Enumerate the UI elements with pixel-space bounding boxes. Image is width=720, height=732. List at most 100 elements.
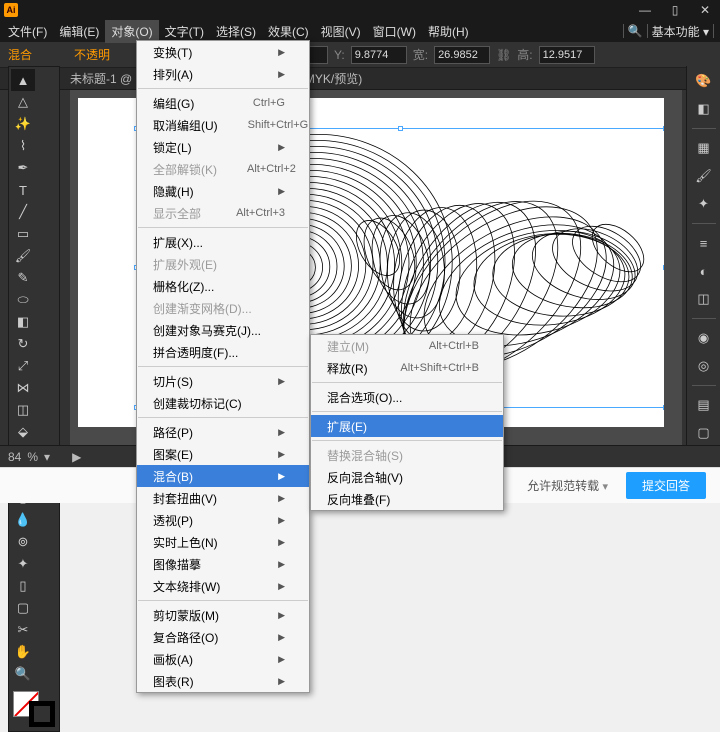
graphic-styles-icon[interactable]: ◎ — [693, 355, 715, 377]
allow-repost-toggle[interactable]: 允许规范转载 ▾ — [527, 477, 610, 494]
paintbrush-tool[interactable]: 🖌 — [11, 245, 35, 267]
menu-row[interactable]: 图像描摹▶ — [137, 553, 309, 575]
artboard-tool[interactable]: ▢ — [11, 597, 35, 619]
shape-builder-tool[interactable]: ⬙ — [11, 421, 35, 443]
lasso-tool[interactable]: ⌇ — [11, 135, 35, 157]
gradient-panel-icon[interactable]: ◐ — [693, 260, 715, 282]
layers-panel-icon[interactable]: ▤ — [693, 394, 715, 416]
eraser-tool[interactable]: ◧ — [11, 311, 35, 333]
menu-row[interactable]: 编组(G)Ctrl+G — [137, 92, 309, 114]
menu-row[interactable]: 剪切蒙版(M)▶ — [137, 604, 309, 626]
submit-answer-button[interactable]: 提交回答 — [626, 472, 706, 499]
swatches-panel-icon[interactable]: ▦ — [693, 137, 715, 159]
pen-tool[interactable]: ✒ — [11, 157, 35, 179]
menu-row[interactable]: 图表(R)▶ — [137, 670, 309, 692]
y-field[interactable] — [351, 46, 407, 64]
options-bar: 混合 不透明 Y: 宽: ⛓ 高: — [0, 42, 720, 68]
menu-row[interactable]: 排列(A)▶ — [137, 63, 309, 85]
menu-row[interactable]: 混合(B)▶ — [137, 465, 309, 487]
width-field[interactable] — [434, 46, 490, 64]
search-icon[interactable]: 🔍 — [628, 24, 643, 38]
menu-item[interactable]: 视图(V) — [315, 20, 367, 43]
column-graph-tool[interactable]: ▯ — [11, 575, 35, 597]
menu-row[interactable]: 混合选项(O)... — [311, 386, 503, 408]
link-icon[interactable]: ⛓ — [496, 48, 511, 62]
fill-stroke-swatch[interactable] — [11, 689, 57, 729]
window-minimize[interactable]: — — [630, 0, 660, 20]
line-tool[interactable]: ╱ — [11, 201, 35, 223]
menu-row[interactable]: 画板(A)▶ — [137, 648, 309, 670]
menu-item[interactable]: 文件(F) — [2, 20, 53, 43]
rectangle-tool[interactable]: ▭ — [11, 223, 35, 245]
menu-row[interactable]: 变换(T)▶ — [137, 41, 309, 63]
selection-tool[interactable]: ▲ — [11, 69, 35, 91]
zoom-level[interactable]: 84 — [8, 450, 21, 464]
menu-row[interactable]: 反向混合轴(V) — [311, 466, 503, 488]
window-close[interactable]: ✕ — [690, 0, 720, 20]
width-label: 宽: — [413, 46, 428, 63]
menu-row[interactable]: 图案(E)▶ — [137, 443, 309, 465]
menu-row: 创建渐变网格(D)... — [137, 297, 309, 319]
color-guide-icon[interactable]: ◧ — [693, 98, 715, 120]
menu-row[interactable]: 取消编组(U)Shift+Ctrl+G — [137, 114, 309, 136]
menu-row[interactable]: 文本绕排(W)▶ — [137, 575, 309, 597]
menu-item[interactable]: 编辑(E) — [53, 20, 105, 43]
blob-brush-tool[interactable]: ⬭ — [11, 289, 35, 311]
menu-bar: 文件(F)编辑(E)对象(O)文字(T)选择(S)效果(C)视图(V)窗口(W)… — [0, 20, 720, 42]
app-logo: Ai — [4, 3, 18, 17]
height-field[interactable] — [539, 46, 595, 64]
document-tab[interactable]: 未标题-1 @ (CMYK/预览) — [0, 68, 720, 90]
width-tool[interactable]: ⋈ — [11, 377, 35, 399]
direct-selection-tool[interactable]: △ — [11, 91, 35, 113]
menu-row[interactable]: 锁定(L)▶ — [137, 136, 309, 158]
artboards-panel-icon[interactable]: ▢ — [693, 422, 715, 444]
type-tool[interactable]: T — [11, 179, 35, 201]
symbols-panel-icon[interactable]: ✦ — [693, 193, 715, 215]
menu-row[interactable]: 创建对象马赛克(J)... — [137, 319, 309, 341]
right-dock: 🎨 ◧ ▦ 🖌 ✦ ≡ ◐ ◫ ◉ ◎ ▤ ▢ — [686, 66, 720, 445]
menu-row[interactable]: 创建裁切标记(C) — [137, 392, 309, 414]
menu-row: 建立(M)Alt+Ctrl+B — [311, 335, 503, 357]
menu-row: 全部解锁(K)Alt+Ctrl+2 — [137, 158, 309, 180]
menu-row[interactable]: 隐藏(H)▶ — [137, 180, 309, 202]
magic-wand-tool[interactable]: ✨ — [11, 113, 35, 135]
menu-row[interactable]: 路径(P)▶ — [137, 421, 309, 443]
menu-row[interactable]: 反向堆叠(F) — [311, 488, 503, 510]
menu-row[interactable]: 扩展(X)... — [137, 231, 309, 253]
slice-tool[interactable]: ✂ — [11, 619, 35, 641]
brushes-panel-icon[interactable]: 🖌 — [693, 165, 715, 187]
free-transform-tool[interactable]: ◫ — [11, 399, 35, 421]
menu-item[interactable]: 窗口(W) — [367, 20, 422, 43]
transparency-panel-icon[interactable]: ◫ — [693, 288, 715, 310]
menu-row: 替换混合轴(S) — [311, 444, 503, 466]
object-menu-dropdown: 变换(T)▶排列(A)▶ 编组(G)Ctrl+G取消编组(U)Shift+Ctrl… — [136, 40, 310, 693]
eyedropper-tool[interactable]: 💧 — [11, 509, 35, 531]
scale-tool[interactable]: ⤢ — [11, 355, 35, 377]
appearance-panel-icon[interactable]: ◉ — [693, 327, 715, 349]
workspace-switcher[interactable]: 基本功能 ▾ — [652, 23, 709, 40]
blend-submenu-dropdown: 建立(M)Alt+Ctrl+B释放(R)Alt+Shift+Ctrl+B 混合选项… — [310, 334, 504, 511]
window-maximize[interactable]: ▯ — [660, 0, 690, 20]
menu-row[interactable]: 封套扭曲(V)▶ — [137, 487, 309, 509]
menu-item[interactable]: 帮助(H) — [422, 20, 475, 43]
pencil-tool[interactable]: ✎ — [11, 267, 35, 289]
stroke-panel-icon[interactable]: ≡ — [693, 232, 715, 254]
menu-row: 扩展外观(E) — [137, 253, 309, 275]
menu-row[interactable]: 扩展(E) — [311, 415, 503, 437]
menu-row[interactable]: 实时上色(N)▶ — [137, 531, 309, 553]
menu-row[interactable]: 拼合透明度(F)... — [137, 341, 309, 363]
hand-tool[interactable]: ✋ — [11, 641, 35, 663]
zoom-tool[interactable]: 🔍 — [11, 663, 35, 685]
tools-panel: ▲ △ ✨ ⌇ ✒ T ╱ ▭ 🖌 ✎ ⬭ ◧ ↻ ⤢ ⋈ ◫ ⬙ ▦ ▩ ▮ … — [8, 66, 60, 732]
menu-row[interactable]: 释放(R)Alt+Shift+Ctrl+B — [311, 357, 503, 379]
menu-row[interactable]: 复合路径(O)▶ — [137, 626, 309, 648]
symbol-sprayer-tool[interactable]: ✦ — [11, 553, 35, 575]
rotate-tool[interactable]: ↻ — [11, 333, 35, 355]
status-tool-icon: ▶ — [72, 450, 81, 464]
color-panel-icon[interactable]: 🎨 — [693, 70, 715, 92]
menu-row[interactable]: 透视(P)▶ — [137, 509, 309, 531]
menu-row[interactable]: 栅格化(Z)... — [137, 275, 309, 297]
menu-row[interactable]: 切片(S)▶ — [137, 370, 309, 392]
document-title: 未标题-1 @ — [70, 70, 132, 87]
blend-tool[interactable]: ⊚ — [11, 531, 35, 553]
